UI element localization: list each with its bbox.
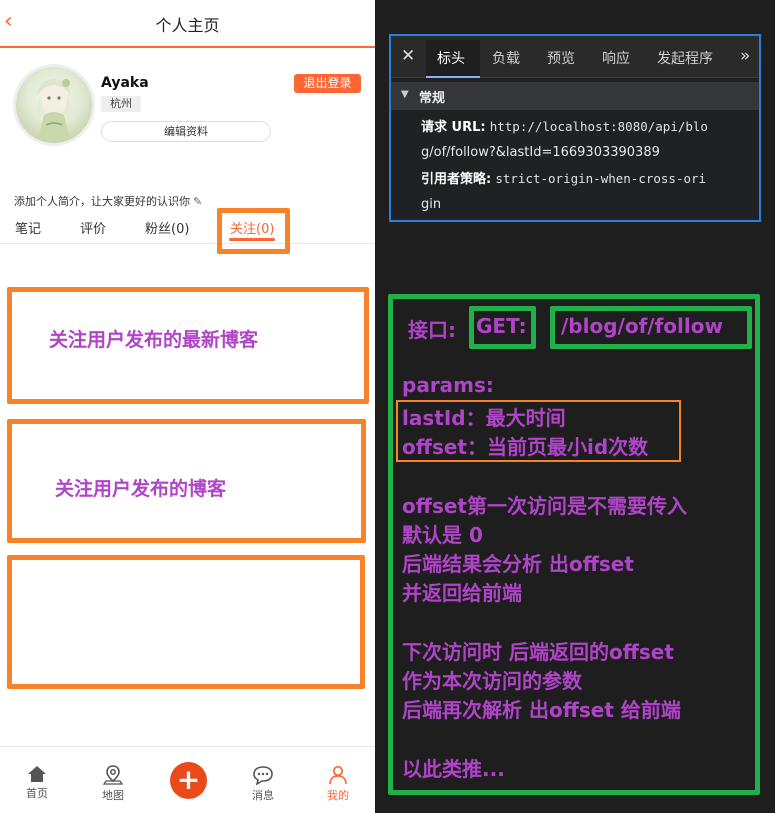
annotation-blogs-text: 关注用户发布的博客 <box>55 478 227 500</box>
tabbar-home[interactable]: 首页 <box>12 765 62 801</box>
user-icon <box>329 765 347 785</box>
annotation-latest-blogs-text: 关注用户发布的最新博客 <box>49 329 259 351</box>
tab-reviews[interactable]: 评价 <box>80 218 106 237</box>
tab-fans[interactable]: 粉丝(0) <box>145 218 189 237</box>
tabbar-home-label: 首页 <box>26 787 48 800</box>
devtools-notes-panel: ✕ 标头 负载 预览 响应 发起程序 » ▼ 常规 请求 URL: http:/… <box>375 0 775 813</box>
request-url-label: 请求 URL: <box>421 120 486 135</box>
edit-profile-button[interactable]: 编辑资料 <box>101 121 271 142</box>
chevron-double-right-icon[interactable]: » <box>740 46 750 66</box>
mobile-profile-page: ‹ 个人主页 Ayaka 杭州 编辑资料 退出登录 添加个人简介，让大家更好的认… <box>0 0 375 813</box>
general-section-label: 常规 <box>419 91 446 106</box>
note-line: 并返回给前端 <box>402 581 522 605</box>
message-icon <box>253 766 273 785</box>
tab-preview[interactable]: 预览 <box>547 48 575 68</box>
devtools-tabs: ✕ 标头 负载 预览 响应 发起程序 » <box>391 36 759 78</box>
request-url-value-2: g/of/follow?&lastId=1669303390389 <box>421 145 660 160</box>
tab-notes[interactable]: 笔记 <box>15 218 41 237</box>
api-method: GET: <box>476 314 527 338</box>
referrer-policy-row: 引用者策略: strict-origin-when-cross-ori <box>421 166 751 193</box>
api-path: /blog/of/follow <box>561 314 723 338</box>
avatar-illustration <box>34 79 74 139</box>
tab-response[interactable]: 响应 <box>602 48 630 68</box>
triangle-down-icon: ▼ <box>401 89 409 100</box>
note-line: offset第一次访问是不需要传入 <box>402 494 687 518</box>
annotation-box-empty <box>7 555 365 689</box>
note-line: 作为本次访问的参数 <box>402 669 582 693</box>
api-label: 接口: <box>408 318 456 342</box>
general-section-header[interactable]: ▼ 常规 <box>391 82 759 110</box>
note-line: 以此类推... <box>402 757 505 781</box>
close-icon[interactable]: ✕ <box>401 46 415 66</box>
tabbar-map[interactable]: 地图 <box>88 765 138 803</box>
home-icon <box>28 766 46 782</box>
bio-prompt-text: 添加个人简介，让大家更好的认识你 <box>14 195 190 208</box>
note-line: 默认是 0 <box>402 523 483 547</box>
user-name: Ayaka <box>101 75 149 91</box>
page-title: 个人主页 <box>155 16 220 35</box>
bottom-tab-bar: 首页 地图 + 消息 我的 <box>0 746 375 813</box>
pencil-icon: ✎ <box>193 195 203 208</box>
tab-payload[interactable]: 负载 <box>492 48 520 68</box>
note-line: 后端再次解析 出offset 给前端 <box>402 698 681 722</box>
tabbar-messages[interactable]: 消息 <box>238 765 288 803</box>
city-badge: 杭州 <box>101 96 141 112</box>
referrer-policy-value-1: strict-origin-when-cross-ori <box>495 171 707 186</box>
referrer-policy-value-2: gin <box>421 197 442 212</box>
tabbar-messages-label: 消息 <box>252 789 274 802</box>
annotation-box-follow-tab <box>217 208 290 254</box>
tabbar-mine[interactable]: 我的 <box>313 765 363 803</box>
avatar[interactable] <box>13 64 95 146</box>
params-title: params: <box>402 373 494 397</box>
logout-button[interactable]: 退出登录 <box>294 74 361 93</box>
bio-prompt[interactable]: 添加个人简介，让大家更好的认识你 ✎ <box>14 193 202 209</box>
tab-headers[interactable]: 标头 <box>437 48 465 68</box>
map-pin-icon <box>103 765 123 785</box>
tabbar-map-label: 地图 <box>102 789 124 802</box>
page-header: ‹ 个人主页 <box>0 0 375 48</box>
plus-icon[interactable]: + <box>170 762 207 799</box>
tabbar-mine-label: 我的 <box>327 789 349 802</box>
request-url-value-1: http://localhost:8080/api/blo <box>489 119 708 134</box>
request-url-row: 请求 URL: http://localhost:8080/api/blo <box>421 114 751 141</box>
param-lastid: lastId：最大时间 <box>402 406 566 430</box>
tab-initiator[interactable]: 发起程序 <box>657 48 713 68</box>
devtools-network-panel: ✕ 标头 负载 预览 响应 发起程序 » ▼ 常规 请求 URL: http:/… <box>389 34 761 222</box>
note-line: 下次访问时 后端返回的offset <box>402 640 674 664</box>
profile-tabs: 笔记 评价 粉丝(0) 关注(0) <box>0 210 375 244</box>
param-offset: offset：当前页最小id次数 <box>402 435 649 459</box>
referrer-policy-label: 引用者策略: <box>421 172 492 187</box>
note-line: 后端结果会分析 出offset <box>402 552 634 576</box>
